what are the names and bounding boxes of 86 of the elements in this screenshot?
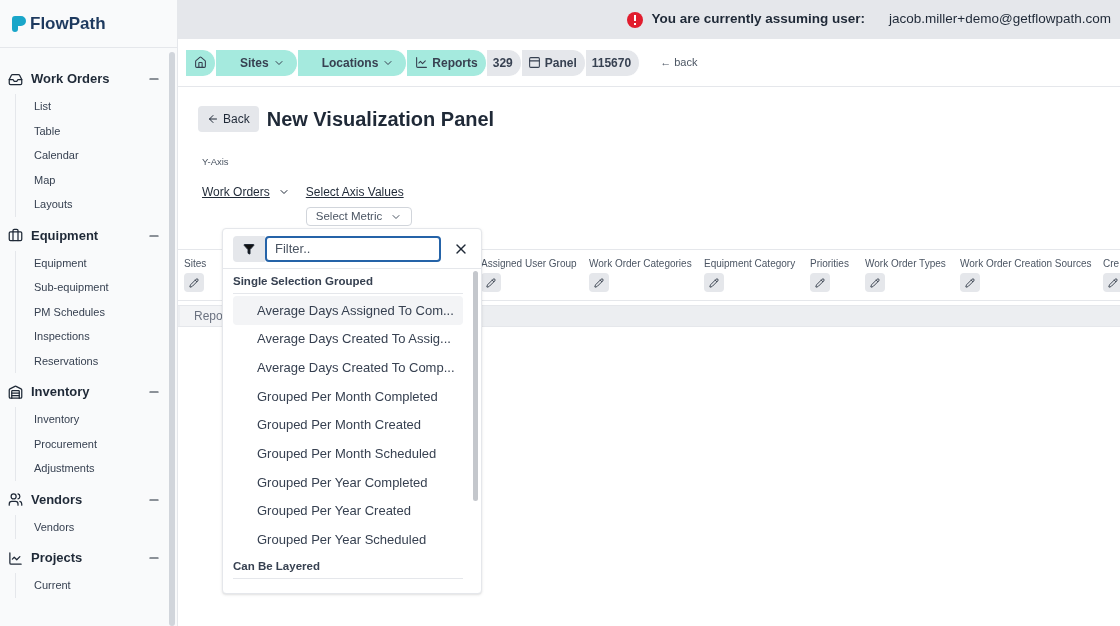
section-title[interactable]: Vendors — [31, 489, 139, 510]
sidebar-item[interactable]: Inventory — [34, 407, 169, 432]
section-title[interactable]: Work Orders — [31, 69, 139, 89]
chart-icon — [8, 550, 23, 566]
sidebar-item[interactable]: Adjustments — [34, 456, 169, 481]
pencil-icon — [815, 277, 825, 288]
entity-dropdown[interactable]: Work Orders — [202, 183, 290, 202]
pencil-icon — [1108, 277, 1118, 288]
metric-option[interactable]: Grouped Per Month Completed — [233, 382, 463, 411]
sidebar-item[interactable]: Inspections — [34, 324, 169, 349]
section-title[interactable]: Projects — [31, 548, 139, 568]
scrollbar[interactable] — [473, 271, 478, 501]
metric-option[interactable]: Grouped Per Month Scheduled — [233, 439, 463, 469]
metric-option[interactable]: Average Days Created To Assig... — [233, 324, 463, 354]
panel-icon — [527, 56, 541, 69]
sidebar-item[interactable]: Calendar — [34, 143, 169, 168]
scrollbar[interactable] — [169, 52, 175, 626]
sidebar-item[interactable]: Reservations — [34, 348, 169, 373]
axis-values-link[interactable]: Select Axis Values — [305, 183, 404, 202]
edit-button[interactable] — [704, 273, 724, 292]
home-crumb[interactable] — [186, 49, 216, 76]
metric-option[interactable]: Grouped Per Month Created — [233, 410, 463, 440]
sidebar-item[interactable]: Sub-equipment — [34, 275, 169, 300]
pencil-icon — [870, 277, 880, 288]
breadcrumb-dropdown[interactable]: Locations — [297, 49, 408, 76]
breadcrumb-link[interactable]: Panel — [521, 49, 586, 76]
breadcrumb-item: 329 — [486, 49, 522, 76]
sidebar-item[interactable]: Vendors — [34, 514, 169, 539]
metric-select[interactable]: Select Metric — [305, 207, 413, 227]
sidebar-item[interactable]: Current — [34, 573, 169, 598]
breadcrumb-item: 115670 — [585, 49, 641, 76]
metric-option[interactable]: Grouped Per Year Scheduled — [233, 525, 463, 555]
sidebar-item[interactable]: List — [34, 94, 169, 119]
section-title[interactable]: Inventory — [31, 382, 139, 402]
metric-option[interactable]: Grouped Per Year Completed — [233, 468, 463, 497]
column-header: Work Order Types — [865, 257, 947, 271]
group-header: Single Selection Grouped — [233, 269, 463, 294]
column-header: Work Order Categories — [589, 257, 693, 271]
group-header: Can Be Layered — [233, 554, 463, 580]
filter-field[interactable]: Filter.. — [265, 235, 441, 262]
pencil-icon — [709, 277, 719, 288]
brand-name: FlowPath — [30, 12, 106, 35]
sidebar-item[interactable]: Procurement — [34, 431, 169, 456]
arrow-left-icon — [207, 113, 219, 125]
column-header: Sites — [184, 257, 208, 271]
metric-option[interactable]: Average Days Assigned To Com... — [233, 296, 463, 325]
warning-icon — [627, 11, 644, 28]
edit-button[interactable] — [810, 273, 830, 292]
page-title: New Visualization Panel — [266, 107, 495, 132]
edit-button[interactable] — [184, 273, 204, 292]
filter-icon — [233, 235, 265, 262]
axis-label: Y-Axis — [202, 155, 230, 169]
back-link[interactable]: ← back — [660, 54, 698, 71]
column-header: Work Order Creation Sources — [960, 257, 1093, 271]
edit-button[interactable] — [589, 273, 609, 292]
breadcrumb-link[interactable]: Reports — [407, 49, 487, 76]
chart-icon — [415, 56, 429, 69]
section-title[interactable]: Equipment — [31, 225, 139, 246]
metric-option[interactable]: Average Days Created To Comp... — [233, 353, 463, 383]
column-header: Equipment Category — [704, 257, 797, 271]
edit-button[interactable] — [865, 273, 885, 292]
people-icon — [8, 492, 23, 507]
sidebar-item[interactable]: Table — [34, 118, 169, 143]
back-button[interactable]: Back — [198, 106, 259, 132]
sidebar-item[interactable]: PM Schedules — [34, 299, 169, 324]
breadcrumb-dropdown[interactable]: Sites — [216, 49, 298, 76]
pencil-icon — [965, 277, 975, 288]
briefcase-icon — [8, 228, 23, 243]
sidebar-item[interactable]: Equipment — [34, 250, 169, 275]
warehouse-icon — [8, 384, 23, 400]
assuming-label: You are currently assuming user: — [651, 10, 866, 29]
edit-button[interactable] — [1103, 273, 1120, 292]
column-header: Priorities — [810, 257, 850, 271]
pencil-icon — [594, 277, 604, 288]
metric-option[interactable]: Grouped Per Year Created — [233, 496, 463, 526]
logo-icon — [12, 15, 26, 32]
inbox-icon — [8, 71, 23, 87]
sidebar-item[interactable]: Layouts — [34, 192, 169, 217]
home-icon — [194, 56, 207, 69]
column-header: Assigned User Group — [481, 257, 578, 271]
pencil-icon — [189, 277, 199, 288]
edit-button[interactable] — [960, 273, 980, 292]
column-header: Cre — [1103, 257, 1120, 271]
pencil-icon — [486, 277, 496, 288]
sidebar-item[interactable]: Map — [34, 167, 169, 192]
user-email: jacob.miller+demo@getflowpath.com — [889, 10, 1111, 29]
